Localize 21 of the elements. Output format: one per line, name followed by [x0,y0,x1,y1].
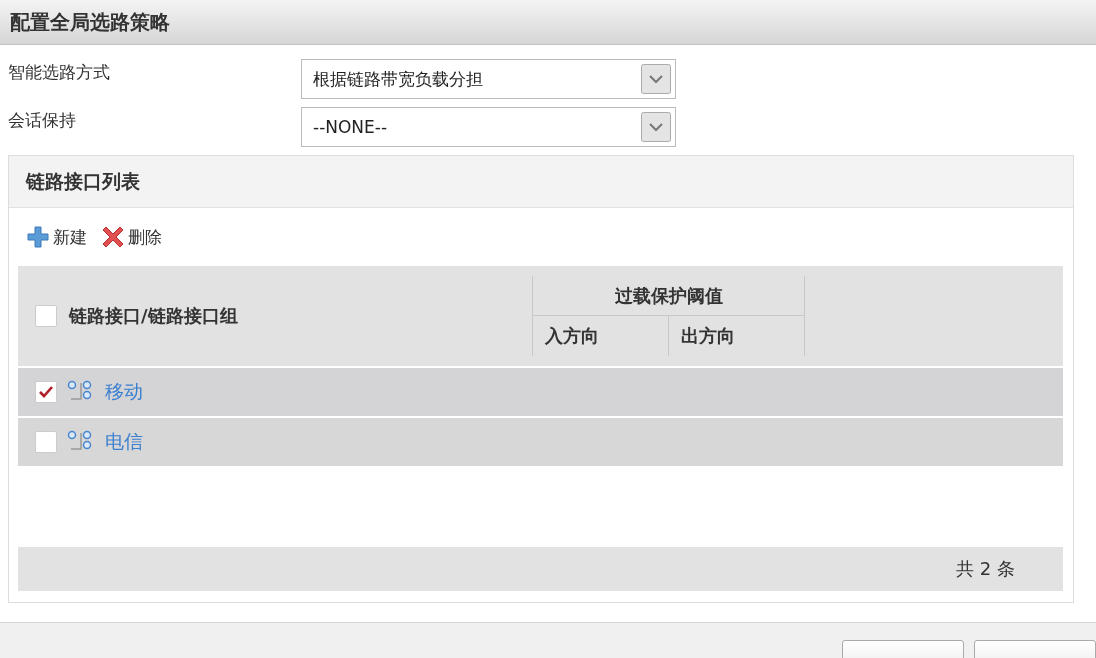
check-icon [38,384,54,400]
row-checkbox[interactable] [35,431,57,453]
dropdown[interactable]: --NONE-- [301,107,676,147]
delete-button[interactable]: 删除 [101,225,162,249]
row-checkbox[interactable] [35,381,57,403]
close-icon [101,225,125,249]
dropdown[interactable]: 根据链路带宽负载分担 [301,59,676,99]
new-button[interactable]: 新建 [26,225,87,249]
caret-icon [641,64,671,94]
window-title: 配置全局选路策略 [10,8,170,36]
column-header: 过载保护阈值 [614,283,723,308]
column-header: 链路接口/链路接口组 [69,304,238,328]
column-header: 入方向 [545,324,599,348]
field-label: 会话保持 [8,109,77,132]
select-all-checkbox[interactable] [35,305,57,327]
plus-icon [26,225,50,249]
caret-icon [641,112,671,142]
panel-title: 链路接口列表 [26,168,140,194]
record-count: 共 2 条 [956,557,1015,581]
field-label: 智能选路方式 [8,61,111,84]
column-header: 出方向 [681,324,735,348]
